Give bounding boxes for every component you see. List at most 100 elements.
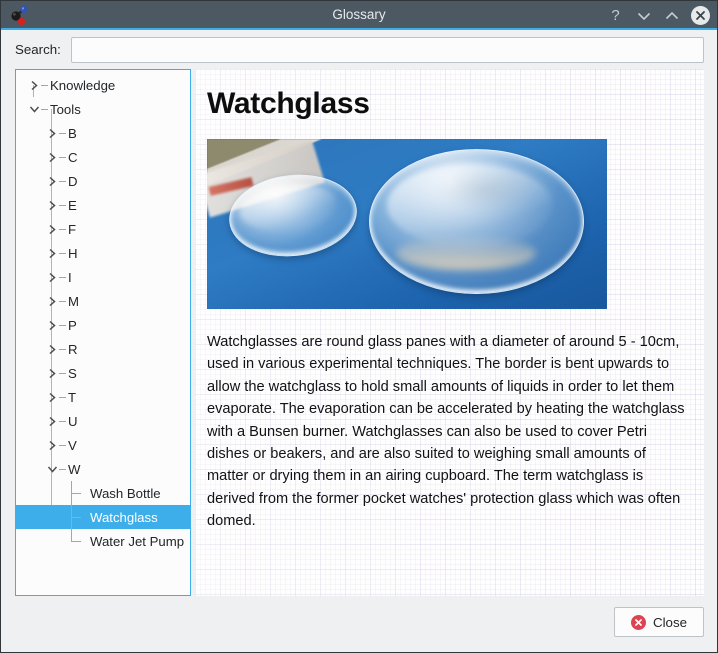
chevron-right-icon[interactable] [45,145,59,169]
maximize-button[interactable] [663,6,680,25]
chevron-right-icon[interactable] [27,73,41,97]
tree-connector [59,348,66,350]
tree-item-r[interactable]: R [16,337,190,361]
tree-item-wash-bottle[interactable]: Wash Bottle [16,481,190,505]
tree-item-d[interactable]: D [16,169,190,193]
close-button[interactable]: Close [614,607,704,637]
tree-connector [59,252,66,254]
tree-connector [59,396,66,398]
help-button[interactable]: ? [607,6,624,25]
article-view[interactable]: Watchglass Watchglasses are round glass … [195,69,704,596]
tree-item-knowledge[interactable]: Knowledge [16,73,190,97]
search-label: Search: [15,42,61,57]
tree-connector [59,300,66,302]
tree-item-watchglass[interactable]: Watchglass [16,505,190,529]
tree-connector [59,180,66,182]
tree-item-label: I [68,269,72,285]
tree-connector [71,481,85,505]
tree-connector [71,529,85,553]
molecule-icon [8,4,32,26]
tree-item-label: W [68,461,81,477]
chevron-right-icon[interactable] [45,265,59,289]
tree-item-label: B [68,125,77,141]
watchglass-large [369,149,584,294]
close-icon [696,11,705,20]
tree-item-tools[interactable]: Tools [16,97,190,121]
tree-item-label: Tools [50,101,81,117]
chevron-right-icon[interactable] [45,361,59,385]
minimize-button[interactable] [635,6,652,25]
category-tree[interactable]: Knowledge Tools B C D E F H I M P R S T … [15,69,191,596]
chevron-down-icon[interactable] [27,97,41,121]
title-bar: Glossary ? [1,1,717,30]
tree-connector [41,84,48,86]
tree-item-label: S [68,365,77,381]
search-input[interactable] [70,36,704,63]
tree-connector [59,444,66,446]
tree-item-label: U [68,413,78,429]
chevron-down-icon [637,12,650,20]
tree-item-label: Wash Bottle [90,485,161,501]
tree-item-label: D [68,173,78,189]
tree-connector [71,505,85,529]
tree-connector [59,156,66,158]
glossary-window: Glossary ? Search: Knowledge Tools B C D… [0,0,718,653]
chevron-right-icon[interactable] [45,193,59,217]
article-image [207,139,607,309]
dialog-footer: Close [1,596,717,652]
tree-item-label: P [68,317,77,333]
tree-item-v[interactable]: V [16,433,190,457]
tree-item-h[interactable]: H [16,241,190,265]
tree-item-p[interactable]: P [16,313,190,337]
tree-item-c[interactable]: C [16,145,190,169]
chevron-right-icon[interactable] [45,337,59,361]
tree-connector [59,468,66,470]
chevron-right-icon[interactable] [45,217,59,241]
tree-item-label: H [68,245,78,261]
tree-item-label: F [68,221,77,237]
tree-item-t[interactable]: T [16,385,190,409]
tree-connector [59,204,66,206]
page-title: Watchglass [207,87,370,120]
tree-item-label: C [68,149,78,165]
tree-item-label: Watchglass [90,509,158,525]
chevron-right-icon[interactable] [45,385,59,409]
chevron-right-icon[interactable] [45,409,59,433]
chevron-right-icon[interactable] [45,313,59,337]
tree-connector [59,276,66,278]
chevron-right-icon[interactable] [45,121,59,145]
tree-item-label: Water Jet Pump [90,533,185,549]
tree-connector [41,108,48,110]
tree-connector [59,324,66,326]
tree-item-u[interactable]: U [16,409,190,433]
tree-item-label: E [68,197,77,213]
tree-item-label: T [68,389,77,405]
chevron-right-icon[interactable] [45,433,59,457]
tree-item-water-jet-pump[interactable]: Water Jet Pump [16,529,190,553]
tree-item-f[interactable]: F [16,217,190,241]
tree-item-label: Knowledge [50,77,116,93]
search-bar: Search: [1,30,717,69]
tree-connector [59,132,66,134]
tree-connector [59,420,66,422]
tree-connector [59,228,66,230]
article-body: Watchglasses are round glass panes with … [207,334,685,530]
tree-connector [59,372,66,374]
tree-item-label: V [68,437,77,453]
chevron-up-icon [665,11,678,19]
tree-item-s[interactable]: S [16,361,190,385]
chevron-down-icon[interactable] [45,457,59,481]
tree-item-i[interactable]: I [16,265,190,289]
tree-item-w[interactable]: W [16,457,190,481]
window-controls: ? [607,1,710,30]
tree-item-e[interactable]: E [16,193,190,217]
tree-item-b[interactable]: B [16,121,190,145]
chevron-right-icon[interactable] [45,289,59,313]
chevron-right-icon[interactable] [45,169,59,193]
close-circle-icon [631,614,646,630]
tree-item-label: R [68,341,78,357]
help-icon: ? [611,7,620,24]
close-window-button[interactable] [691,6,710,25]
tree-item-m[interactable]: M [16,289,190,313]
chevron-right-icon[interactable] [45,241,59,265]
